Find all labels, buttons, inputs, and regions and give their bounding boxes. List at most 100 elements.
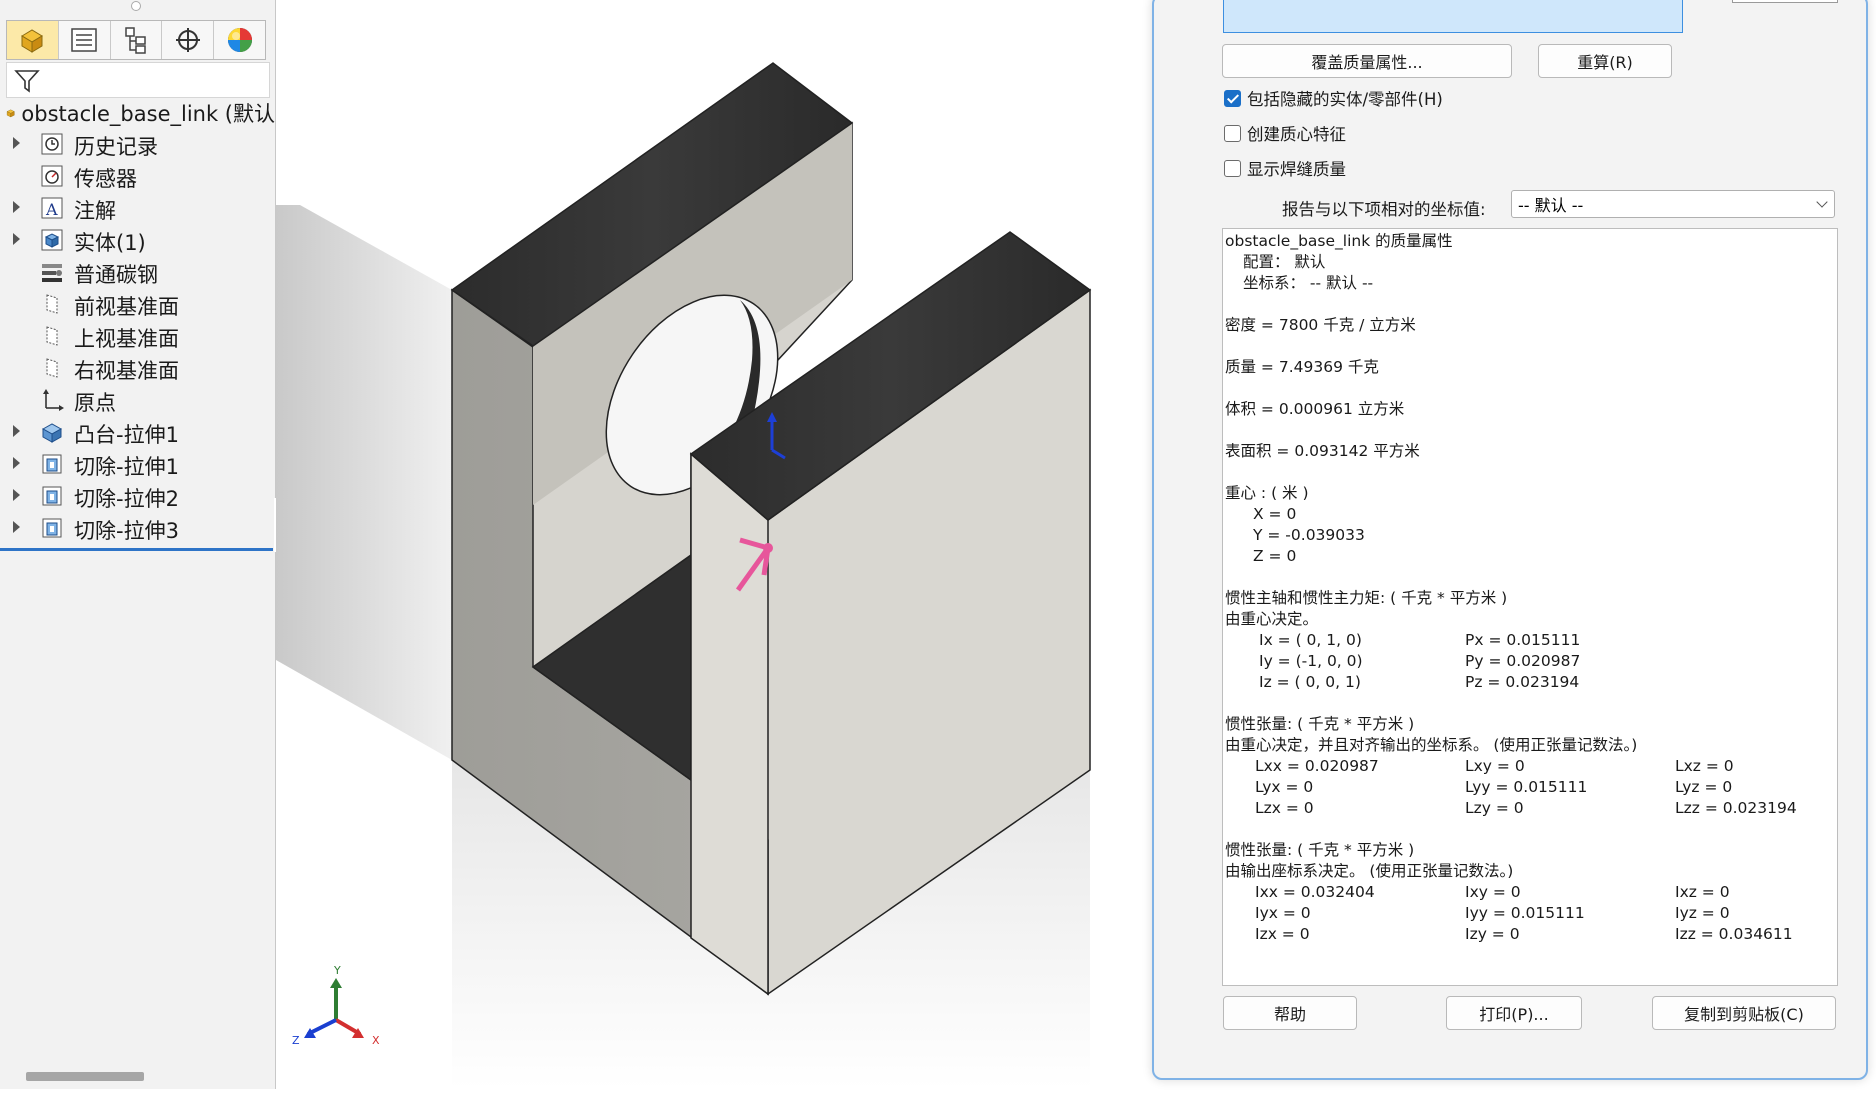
tree-item-label: 前视基准面 xyxy=(74,295,179,319)
result-izz: Izz = 0.034611 xyxy=(1675,925,1793,943)
expand-arrow-icon[interactable] xyxy=(13,457,20,469)
result-lxy: Lxy = 0 xyxy=(1465,757,1525,775)
origin-icon xyxy=(40,388,64,412)
tab-configuration-manager[interactable] xyxy=(111,21,163,59)
tree-item-label: 凸台-拉伸1 xyxy=(74,423,179,447)
expand-arrow-icon[interactable] xyxy=(13,521,20,533)
plane-icon xyxy=(40,292,64,316)
plane-icon xyxy=(40,324,64,348)
sensor-icon xyxy=(40,164,64,188)
result-com-title: 重心 : ( 米 ) xyxy=(1225,484,1309,502)
tree-item[interactable]: 切除-拉伸3 xyxy=(0,512,275,544)
tree-item[interactable]: 切除-拉伸1 xyxy=(0,448,275,480)
result-lzx: Lzx = 0 xyxy=(1255,799,1314,817)
feature-filter-box[interactable] xyxy=(6,62,270,98)
include-hidden-label: 包括隐藏的实体/零部件(H) xyxy=(1247,90,1443,109)
result-lyy: Lyy = 0.015111 xyxy=(1465,778,1588,796)
result-coord-sys: 坐标系： -- 默认 -- xyxy=(1243,274,1374,292)
tree-item[interactable]: 前视基准面 xyxy=(0,288,275,320)
result-volume: 体积 = 0.000961 立方米 xyxy=(1225,400,1405,418)
result-lxx: Lxx = 0.020987 xyxy=(1255,757,1379,775)
boss-extrude-icon xyxy=(40,420,64,444)
right-upright-inner-face xyxy=(690,452,769,996)
appearance-sphere-icon xyxy=(227,28,252,52)
property-manager-icon xyxy=(71,28,97,52)
configuration-manager-icon xyxy=(125,27,146,54)
result-com-y: Y = -0.039033 xyxy=(1253,526,1365,544)
tree-end-bar xyxy=(0,548,273,551)
result-iy: Iy = (-1, 0, 0) xyxy=(1259,652,1363,670)
result-iz: Iz = ( 0, 0, 1) xyxy=(1259,673,1361,691)
tree-item-label: 注解 xyxy=(74,199,116,223)
result-izx: Izx = 0 xyxy=(1255,925,1310,943)
tree-item[interactable]: 普通碳钢 xyxy=(0,256,275,288)
coord-system-label: 报告与以下项相对的坐标值: xyxy=(1282,200,1486,219)
mass-properties-results[interactable]: obstacle_base_link 的质量属性 配置： 默认 坐标系： -- … xyxy=(1222,228,1838,986)
tree-item[interactable]: 切除-拉伸2 xyxy=(0,480,275,512)
create-com-row[interactable]: 创建质心特征 xyxy=(1224,120,1346,146)
tab-feature-manager[interactable] xyxy=(7,21,59,59)
override-mass-properties-button[interactable]: 覆盖质量属性... xyxy=(1222,44,1512,78)
tree-item[interactable]: 原点 xyxy=(0,384,275,416)
tree-item-label: 上视基准面 xyxy=(74,327,179,351)
expand-arrow-icon[interactable] xyxy=(13,425,20,437)
triad-x-label: X xyxy=(372,1034,380,1047)
include-hidden-row[interactable]: 包括隐藏的实体/零部件(H) xyxy=(1224,85,1443,111)
history-icon xyxy=(40,132,64,156)
result-principal-sub: 由重心决定。 xyxy=(1225,610,1319,628)
result-area: 表面积 = 0.093142 平方米 xyxy=(1225,442,1420,460)
result-lyx: Lyx = 0 xyxy=(1255,778,1314,796)
result-density: 密度 = 7800 千克 / 立方米 xyxy=(1225,316,1416,334)
result-iyx: Iyx = 0 xyxy=(1255,904,1311,922)
result-tensor1-sub: 由重心决定，并且对齐输出的坐标系。 (使用正张量记数法。) xyxy=(1225,736,1638,754)
result-com-z: Z = 0 xyxy=(1253,547,1297,565)
tree-item[interactable]: 上视基准面 xyxy=(0,320,275,352)
tree-item-label: 右视基准面 xyxy=(74,359,179,383)
horizontal-scrollbar[interactable] xyxy=(26,1072,144,1081)
annotation-icon: A xyxy=(40,196,64,220)
selected-items-list[interactable] xyxy=(1223,0,1683,33)
result-config: 配置： 默认 xyxy=(1243,253,1326,271)
tree-root-part[interactable]: obstacle_base_link (默认 xyxy=(0,98,275,128)
tree-item-label: 历史记录 xyxy=(74,135,158,159)
recalculate-button[interactable]: 重算(R) xyxy=(1538,44,1672,78)
cut-extrude-icon xyxy=(40,452,64,476)
result-px: Px = 0.015111 xyxy=(1465,631,1581,649)
help-button[interactable]: 帮助 xyxy=(1223,996,1357,1030)
tree-item[interactable]: 历史记录 xyxy=(0,128,275,160)
result-principal-title: 惯性主轴和惯性主力矩: ( 千克 * 平方米 ) xyxy=(1225,589,1508,607)
include-hidden-checkbox[interactable] xyxy=(1224,89,1241,107)
panel-grip[interactable] xyxy=(131,1,141,11)
model-view xyxy=(276,62,1092,1089)
result-ixy: Ixy = 0 xyxy=(1465,883,1521,901)
graphics-area[interactable]: Y X Z xyxy=(276,0,1156,1089)
expand-arrow-icon[interactable] xyxy=(13,489,20,501)
show-weld-checkbox[interactable] xyxy=(1224,159,1241,177)
create-com-checkbox[interactable] xyxy=(1224,124,1241,142)
tree-item[interactable]: 右视基准面 xyxy=(0,352,275,384)
plane-icon xyxy=(40,356,64,380)
show-weld-row[interactable]: 显示焊缝质量 xyxy=(1224,155,1346,181)
crosshair-icon xyxy=(175,28,200,52)
filter-funnel-icon xyxy=(14,70,40,93)
tab-property-manager[interactable] xyxy=(59,21,111,59)
result-tensor1-title: 惯性张量: ( 千克 * 平方米 ) xyxy=(1225,715,1415,733)
expand-arrow-icon[interactable] xyxy=(13,233,20,245)
expand-arrow-icon[interactable] xyxy=(13,201,20,213)
tree-item[interactable]: A 注解 xyxy=(0,192,275,224)
print-button[interactable]: 打印(P)... xyxy=(1446,996,1582,1030)
tree-item[interactable]: 传感器 xyxy=(0,160,275,192)
result-ix: Ix = ( 0, 1, 0) xyxy=(1259,631,1362,649)
tree-item[interactable]: 实体(1) xyxy=(0,224,275,256)
tree-item[interactable]: 凸台-拉伸1 xyxy=(0,416,275,448)
tab-display-manager[interactable] xyxy=(214,21,265,59)
options-button[interactable] xyxy=(1732,0,1838,3)
tab-dimxpert-manager[interactable] xyxy=(162,21,215,59)
coord-system-dropdown[interactable]: -- 默认 -- xyxy=(1511,190,1835,218)
result-izy: Izy = 0 xyxy=(1465,925,1520,943)
coord-system-value: -- 默认 -- xyxy=(1518,196,1584,215)
expand-arrow-icon[interactable] xyxy=(13,137,20,149)
result-iyz: Iyz = 0 xyxy=(1675,904,1730,922)
result-mass: 质量 = 7.49369 千克 xyxy=(1225,358,1379,376)
copy-to-clipboard-button[interactable]: 复制到剪贴板(C) xyxy=(1652,996,1836,1030)
